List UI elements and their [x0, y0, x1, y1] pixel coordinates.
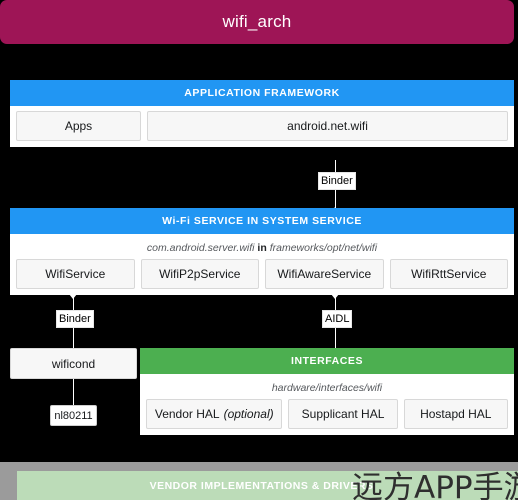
- box-android-net-wifi-label: android.net.wifi: [287, 119, 368, 133]
- box-wifiawareservice-label: WifiAwareService: [277, 267, 372, 281]
- interfaces-header: INTERFACES: [140, 348, 514, 374]
- wifi-service-path-prefix: com.android.server.wifi: [146, 242, 255, 254]
- box-hostapd-hal-label: Hostapd HAL: [420, 407, 492, 421]
- box-wifirttservice[interactable]: WifiRttService: [389, 259, 508, 289]
- box-wificond[interactable]: wificond: [10, 348, 137, 379]
- connector-binder-left-arrow: [69, 294, 77, 299]
- connector-aidl-tag: AIDL: [322, 310, 353, 328]
- connector-nl80211-line: [73, 379, 74, 407]
- application-framework-header: APPLICATION FRAMEWORK: [10, 80, 514, 106]
- wifi-service-path: com.android.server.wifi in frameworks/op…: [16, 239, 508, 259]
- box-wifiservice-label: WifiService: [45, 267, 106, 281]
- box-nl80211[interactable]: nl80211: [50, 405, 97, 426]
- application-framework-body: Apps android.net.wifi: [10, 106, 514, 147]
- box-wifip2pservice-label: WifiP2pService: [159, 267, 241, 281]
- title-bar: wifi_arch: [0, 0, 514, 44]
- wifi-service-body: com.android.server.wifi in frameworks/op…: [10, 234, 514, 295]
- application-framework-header-label: APPLICATION FRAMEWORK: [184, 87, 340, 99]
- box-vendor-hal-label: Vendor HAL: [154, 407, 220, 421]
- diagram-canvas: wifi_arch APPLICATION FRAMEWORK Apps and…: [0, 0, 518, 500]
- connector-binder-left-label: Binder: [59, 313, 91, 325]
- box-nl80211-label: nl80211: [54, 409, 93, 422]
- wifi-service-header-label: Wi-Fi SERVICE IN SYSTEM SERVICE: [162, 215, 362, 227]
- layer-application-framework: APPLICATION FRAMEWORK Apps android.net.w…: [10, 80, 514, 147]
- wifi-service-header: Wi-Fi SERVICE IN SYSTEM SERVICE: [10, 208, 514, 234]
- layer-interfaces: INTERFACES hardware/interfaces/wifi Vend…: [140, 348, 514, 435]
- interfaces-path: hardware/interfaces/wifi: [146, 379, 508, 399]
- interfaces-body: hardware/interfaces/wifi Vendor HAL (opt…: [140, 374, 514, 435]
- layer-wifi-service: Wi-Fi SERVICE IN SYSTEM SERVICE com.andr…: [10, 208, 514, 295]
- interfaces-box-row: Vendor HAL (optional) Supplicant HAL Hos…: [146, 399, 508, 429]
- wifi-service-path-suffix: frameworks/opt/net/wifi: [269, 242, 378, 254]
- box-android-net-wifi[interactable]: android.net.wifi: [147, 111, 508, 141]
- box-vendor-hal-suffix: (optional): [223, 407, 274, 421]
- wifi-service-box-row: WifiService WifiP2pService WifiAwareServ…: [16, 259, 508, 289]
- box-supplicant-hal[interactable]: Supplicant HAL: [288, 399, 398, 429]
- wifi-service-path-keyword: in: [257, 242, 267, 254]
- connector-aidl-arrow: [331, 294, 339, 299]
- box-wifiawareservice[interactable]: WifiAwareService: [265, 259, 384, 289]
- box-wifirttservice-label: WifiRttService: [411, 267, 487, 281]
- application-framework-box-row: Apps android.net.wifi: [16, 111, 508, 141]
- box-wificond-label: wificond: [51, 356, 96, 371]
- connector-binder-top-tag: Binder: [318, 172, 356, 190]
- page-title: wifi_arch: [222, 12, 292, 31]
- connector-binder-left-tag: Binder: [56, 310, 94, 328]
- interfaces-path-label: hardware/interfaces/wifi: [271, 382, 383, 394]
- vendor-layer-frame: VENDOR IMPLEMENTATIONS & DRIVERS: [0, 462, 518, 500]
- box-supplicant-hal-label: Supplicant HAL: [301, 407, 385, 421]
- box-hostapd-hal[interactable]: Hostapd HAL: [403, 399, 508, 429]
- box-apps-label: Apps: [64, 119, 93, 133]
- vendor-implementations-header-label: VENDOR IMPLEMENTATIONS & DRIVERS: [149, 479, 374, 492]
- interfaces-header-label: INTERFACES: [290, 355, 363, 367]
- connector-binder-top-label: Binder: [321, 175, 353, 187]
- box-apps[interactable]: Apps: [16, 111, 141, 141]
- box-wifip2pservice[interactable]: WifiP2pService: [140, 259, 259, 289]
- box-wifiservice[interactable]: WifiService: [16, 259, 135, 289]
- box-vendor-hal[interactable]: Vendor HAL (optional): [146, 399, 283, 429]
- layer-vendor-implementations: VENDOR IMPLEMENTATIONS & DRIVERS: [17, 471, 518, 500]
- connector-aidl-label: AIDL: [325, 313, 350, 325]
